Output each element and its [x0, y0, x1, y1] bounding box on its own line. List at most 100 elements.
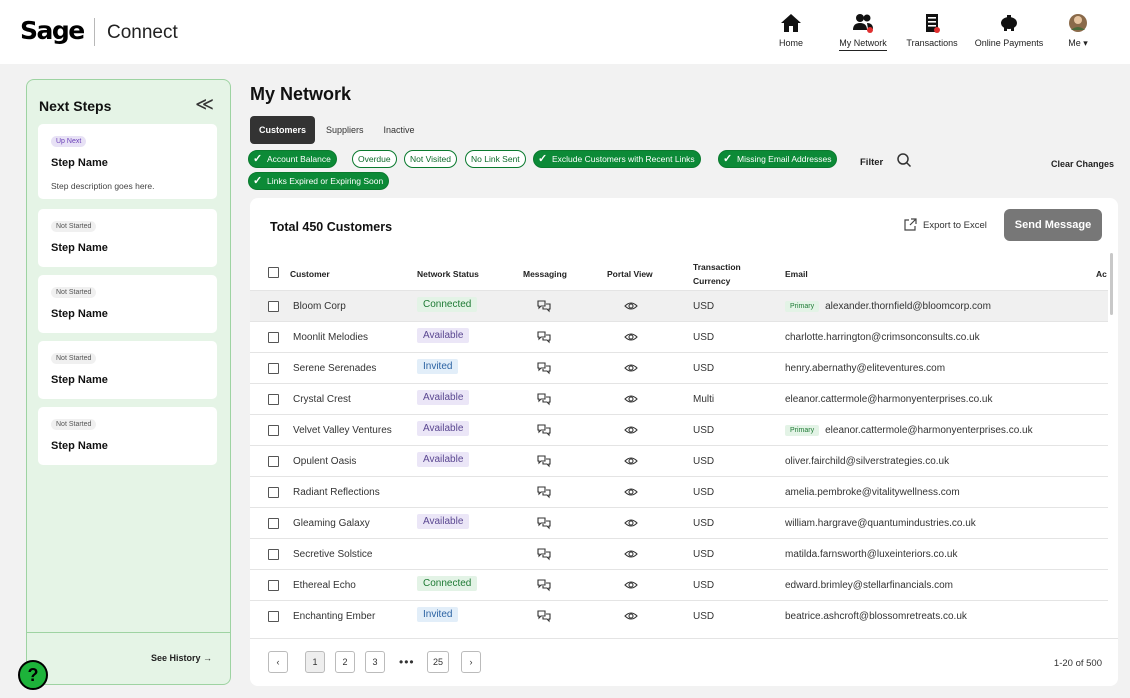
eye-icon[interactable] [624, 392, 638, 406]
eye-icon[interactable] [624, 609, 638, 623]
see-history-link[interactable]: See History → [151, 653, 212, 663]
col-actions[interactable]: Ac [1096, 269, 1107, 279]
eye-icon[interactable] [624, 361, 638, 375]
send-message-button[interactable]: Send Message [1004, 209, 1102, 241]
nav-home[interactable]: Home [776, 10, 806, 56]
message-icon[interactable] [537, 578, 551, 592]
customer-name[interactable]: Radiant Reflections [293, 487, 380, 498]
filter-chip-missing-email[interactable]: ✓ Missing Email Addresses [718, 150, 838, 168]
tab-customers[interactable]: Customers [250, 116, 316, 144]
customer-name[interactable]: Ethereal Echo [293, 580, 356, 591]
row-checkbox[interactable] [268, 363, 279, 374]
help-button[interactable]: ? [18, 660, 48, 690]
message-icon[interactable] [537, 392, 551, 406]
col-customer[interactable]: Customer [290, 269, 330, 279]
eye-icon[interactable] [624, 516, 638, 530]
page-25-button[interactable]: 25 [427, 651, 449, 673]
row-checkbox[interactable] [268, 456, 279, 467]
message-icon[interactable] [537, 485, 551, 499]
step-card[interactable]: Not Started Step Name [38, 407, 217, 465]
customer-name[interactable]: Serene Serenades [293, 363, 376, 374]
filter-chip-not-visited[interactable]: Not Visited [404, 150, 457, 168]
row-checkbox[interactable] [268, 487, 279, 498]
eye-icon[interactable] [624, 330, 638, 344]
page-1-button[interactable]: 1 [305, 651, 325, 673]
step-card[interactable]: Up Next Step Name Step description goes … [38, 124, 217, 199]
collapse-panel-icon[interactable]: ≪ [195, 94, 214, 115]
message-icon[interactable] [537, 516, 551, 530]
message-icon[interactable] [537, 361, 551, 375]
table-row[interactable]: Ethereal Echo Connected USD edward.brimley@… [250, 569, 1108, 600]
nav-my-network[interactable]: My Network [834, 10, 892, 56]
filter-chip-exclude-recent-links[interactable]: ✓ Exclude Customers with Recent Links [533, 150, 701, 168]
message-icon[interactable] [537, 547, 551, 561]
col-portal-view[interactable]: Portal View [607, 269, 653, 279]
customer-name[interactable]: Gleaming Galaxy [293, 518, 370, 529]
table-row[interactable]: Gleaming Galaxy Available USD william.hargr… [250, 507, 1108, 538]
col-email[interactable]: Email [785, 269, 808, 279]
receipt-icon [926, 14, 940, 33]
eye-icon[interactable] [624, 578, 638, 592]
filter-chip-account-balance[interactable]: ✓ Account Balance [248, 150, 337, 168]
customer-name[interactable]: Crystal Crest [293, 394, 351, 405]
eye-icon[interactable] [624, 547, 638, 561]
search-icon[interactable] [896, 152, 912, 168]
message-icon[interactable] [537, 330, 551, 344]
table-row[interactable]: Bloom Corp Connected USD Primary alexander.t… [250, 290, 1108, 321]
row-checkbox[interactable] [268, 301, 279, 312]
prev-page-button[interactable]: ‹ [268, 651, 288, 673]
message-icon[interactable] [537, 454, 551, 468]
eye-icon[interactable] [624, 299, 638, 313]
eye-icon[interactable] [624, 485, 638, 499]
tab-suppliers[interactable]: Suppliers [317, 116, 373, 144]
table-row[interactable]: Opulent Oasis Available USD oliver.fairchil… [250, 445, 1108, 476]
page-3-button[interactable]: 3 [365, 651, 385, 673]
filter-chip-overdue[interactable]: Overdue [352, 150, 397, 168]
message-icon[interactable] [537, 423, 551, 437]
table-row[interactable]: Velvet Valley Ventures Available USD Primar… [250, 414, 1108, 445]
sage-logo[interactable]: Sage [20, 16, 85, 45]
row-checkbox[interactable] [268, 549, 279, 560]
col-network-status[interactable]: Network Status [417, 269, 479, 279]
eye-icon[interactable] [624, 454, 638, 468]
eye-icon[interactable] [624, 423, 638, 437]
row-checkbox[interactable] [268, 518, 279, 529]
customer-name[interactable]: Velvet Valley Ventures [293, 425, 392, 436]
message-icon[interactable] [537, 609, 551, 623]
select-all-checkbox[interactable] [268, 267, 279, 278]
table-row[interactable]: Enchanting Ember Invited USD beatrice.ashcr… [250, 600, 1108, 631]
row-checkbox[interactable] [268, 394, 279, 405]
table-row[interactable]: Radiant Reflections USD amelia.pembroke@vi… [250, 476, 1108, 507]
tab-inactive[interactable]: Inactive [375, 116, 424, 144]
row-checkbox[interactable] [268, 611, 279, 622]
vertical-scrollbar[interactable] [1110, 253, 1113, 315]
table-row[interactable]: Serene Serenades Invited USD henry.abernath… [250, 352, 1108, 383]
page-2-button[interactable]: 2 [335, 651, 355, 673]
col-currency-line1[interactable]: Transaction [693, 262, 741, 272]
message-icon[interactable] [537, 299, 551, 313]
nav-transactions[interactable]: Transactions [903, 10, 961, 56]
customer-name[interactable]: Enchanting Ember [293, 611, 375, 622]
customer-name[interactable]: Moonlit Melodies [293, 332, 368, 343]
step-card[interactable]: Not Started Step Name [38, 275, 217, 333]
export-to-excel-button[interactable]: Export to Excel [903, 218, 987, 232]
chip-label: Not Visited [410, 154, 451, 164]
step-card[interactable]: Not Started Step Name [38, 341, 217, 399]
filter-chip-links-expired[interactable]: ✓ Links Expired or Expiring Soon [248, 172, 390, 190]
step-card[interactable]: Not Started Step Name [38, 209, 217, 267]
customer-name[interactable]: Secretive Solstice [293, 549, 372, 560]
customer-name[interactable]: Bloom Corp [293, 301, 346, 312]
nav-online-payments[interactable]: Online Payments [972, 10, 1046, 56]
col-messaging[interactable]: Messaging [523, 269, 567, 279]
nav-me[interactable]: Me ▾ [1064, 10, 1092, 56]
filter-chip-no-link-sent[interactable]: No Link Sent [465, 150, 526, 168]
customer-name[interactable]: Opulent Oasis [293, 456, 356, 467]
clear-changes-link[interactable]: Clear Changes [1051, 159, 1114, 169]
row-checkbox[interactable] [268, 425, 279, 436]
table-row[interactable]: Moonlit Melodies Available USD charlotte.ha… [250, 321, 1108, 352]
table-row[interactable]: Secretive Solstice USD matilda.farnsworth@… [250, 538, 1108, 569]
row-checkbox[interactable] [268, 332, 279, 343]
table-row[interactable]: Crystal Crest Available Multi eleanor.catte… [250, 383, 1108, 414]
row-checkbox[interactable] [268, 580, 279, 591]
next-page-button[interactable]: › [461, 651, 481, 673]
